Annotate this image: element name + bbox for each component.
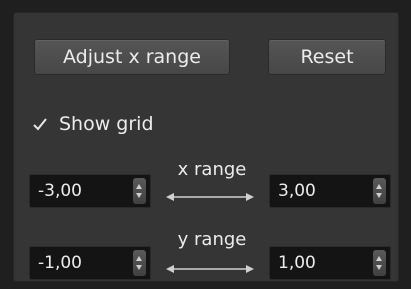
x-max-spin-arrows-icon[interactable] [373, 178, 386, 204]
x-range-double-arrow-icon [166, 193, 254, 201]
y-max-spinbox[interactable] [269, 246, 391, 280]
check-icon [30, 114, 50, 134]
y-range-double-arrow-icon [166, 265, 254, 273]
range-settings-panel: Adjust x range Reset Show grid x range [13, 12, 399, 282]
show-grid-label: Show grid [59, 113, 154, 135]
x-min-spin-arrows-icon[interactable] [133, 178, 146, 204]
y-range-label: y range [177, 229, 247, 250]
reset-button[interactable]: Reset [268, 39, 386, 75]
x-range-label: x range [177, 159, 247, 180]
x-max-spinbox[interactable] [269, 174, 391, 208]
x-min-input[interactable] [30, 175, 122, 207]
y-max-spin-arrows-icon[interactable] [373, 250, 386, 276]
x-max-input[interactable] [270, 175, 362, 207]
y-min-spinbox[interactable] [29, 246, 151, 280]
y-min-input[interactable] [30, 247, 122, 279]
y-min-spin-arrows-icon[interactable] [133, 250, 146, 276]
y-max-input[interactable] [270, 247, 362, 279]
adjust-x-range-button[interactable]: Adjust x range [34, 39, 230, 75]
x-min-spinbox[interactable] [29, 174, 151, 208]
show-grid-checkbox[interactable]: Show grid [30, 110, 154, 138]
